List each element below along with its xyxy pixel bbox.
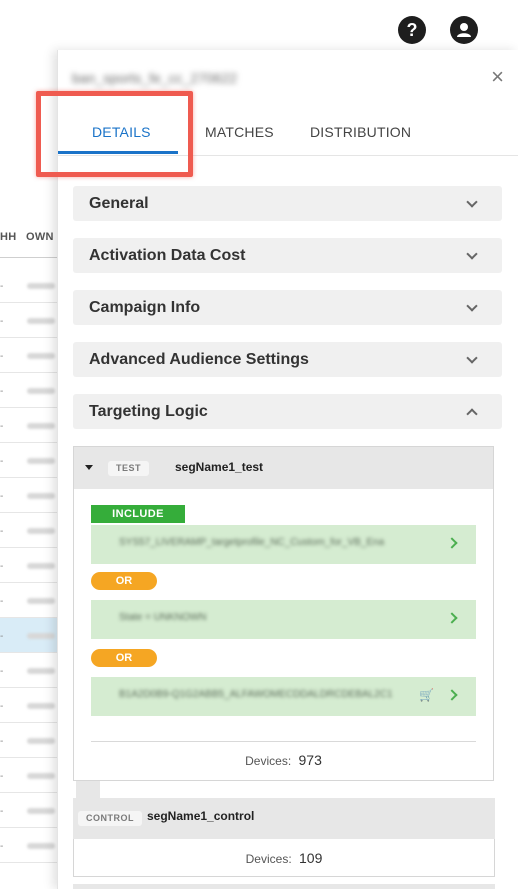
chevron-right-icon — [446, 689, 458, 701]
active-tab-indicator — [58, 151, 178, 154]
test-tag: TEST — [108, 461, 150, 476]
row-cell-redacted — [27, 528, 55, 534]
row-cell-redacted — [27, 353, 55, 359]
row-cell-redacted — [27, 283, 55, 289]
rule-text: SYS57_LIVERAMP_targetprofile_NC_Custom_f… — [119, 537, 385, 548]
row-cell-redacted — [27, 388, 55, 394]
tab-distribution[interactable]: DISTRIBUTION — [310, 124, 411, 140]
help-icon[interactable]: ? — [398, 16, 426, 44]
column-header-own[interactable]: OWN — [26, 231, 54, 243]
chevron-down-icon — [466, 196, 478, 208]
targeting-rule[interactable]: SYS57_LIVERAMP_targetprofile_NC_Custom_f… — [91, 525, 476, 564]
section-campaign-info[interactable]: Campaign Info — [73, 290, 502, 325]
section-label: Activation Data Cost — [89, 247, 246, 264]
row-cell: - — [0, 561, 4, 572]
row-cell: - — [0, 596, 4, 607]
section-label: General — [89, 195, 149, 212]
test-segment-card: TEST segName1_test INCLUDE SYS57_LIVERAM… — [73, 446, 494, 781]
row-cell: - — [0, 316, 4, 327]
devices-value: 973 — [298, 752, 322, 768]
section-targeting-logic[interactable]: Targeting Logic — [73, 394, 502, 429]
tab-matches[interactable]: MATCHES — [205, 124, 274, 140]
row-cell: - — [0, 736, 4, 747]
chevron-down-icon — [466, 300, 478, 312]
section-label: Advanced Audience Settings — [89, 351, 309, 368]
row-cell-redacted — [27, 458, 55, 464]
control-devices-box: Devices: 109 — [73, 839, 495, 877]
chevron-up-icon — [466, 408, 478, 420]
include-badge: INCLUDE — [91, 505, 185, 523]
chevron-down-icon — [466, 248, 478, 260]
devices-label: Devices: — [245, 852, 292, 866]
row-cell: - — [0, 526, 4, 537]
close-icon[interactable]: × — [491, 66, 504, 88]
row-cell-redacted — [27, 493, 55, 499]
column-header-hh[interactable]: HH — [0, 231, 17, 243]
row-cell: - — [0, 386, 4, 397]
or-badge: OR — [91, 572, 157, 590]
row-cell: - — [0, 666, 4, 677]
divider — [91, 741, 476, 742]
targeting-rule[interactable]: B1A2D0B9-Q1G2ABB5_ALFAWOMECDDALDRCDEBAL2… — [91, 677, 476, 716]
row-cell: - — [0, 456, 4, 467]
row-cell-redacted — [27, 598, 55, 604]
row-cell-redacted — [27, 703, 55, 709]
row-cell: - — [0, 491, 4, 502]
segment-connector — [76, 781, 100, 799]
panel-title: ban_sports_fe_cc_270622 — [72, 70, 238, 86]
targeting-rule[interactable]: State = UNKNOWN — [91, 600, 476, 639]
test-segment-header[interactable]: TEST segName1_test — [74, 447, 493, 489]
row-cell-redacted — [27, 318, 55, 324]
row-cell-redacted — [27, 738, 55, 744]
caret-down-icon[interactable] — [85, 465, 93, 470]
user-icon[interactable] — [450, 16, 478, 44]
test-segment-name: segName1_test — [175, 460, 264, 474]
tab-details[interactable]: DETAILS — [92, 124, 151, 140]
section-general[interactable]: General — [73, 186, 502, 221]
row-cell-redacted — [27, 668, 55, 674]
cart-icon: 🛒 — [419, 688, 434, 702]
row-cell: - — [0, 701, 4, 712]
section-activation-data-cost[interactable]: Activation Data Cost — [73, 238, 502, 273]
row-cell: - — [0, 351, 4, 362]
or-badge: OR — [91, 649, 157, 667]
devices-label: Devices: — [245, 754, 292, 768]
row-cell: - — [0, 631, 4, 642]
row-cell: - — [0, 841, 4, 852]
row-cell-redacted — [27, 633, 55, 639]
row-cell-redacted — [27, 808, 55, 814]
row-cell: - — [0, 421, 4, 432]
row-cell-redacted — [27, 563, 55, 569]
row-cell-redacted — [27, 773, 55, 779]
rule-text: B1A2D0B9-Q1G2ABB5_ALFAWOMECDDALDRCDEBAL2… — [119, 689, 393, 700]
next-segment-edge — [73, 884, 495, 889]
row-cell-redacted — [27, 423, 55, 429]
section-label: Targeting Logic — [89, 403, 208, 420]
control-tag: CONTROL — [78, 811, 142, 826]
control-devices: Devices: 109 — [74, 850, 494, 866]
chevron-down-icon — [466, 352, 478, 364]
rule-text: State = UNKNOWN — [119, 612, 207, 623]
section-label: Campaign Info — [89, 299, 201, 316]
devices-value: 109 — [299, 850, 323, 866]
row-cell-redacted — [27, 843, 55, 849]
section-advanced-audience-settings[interactable]: Advanced Audience Settings — [73, 342, 502, 377]
chevron-right-icon — [446, 537, 458, 549]
control-segment-name: segName1_control — [147, 809, 255, 823]
row-cell: - — [0, 281, 4, 292]
control-segment-header[interactable]: CONTROL segName1_control — [73, 798, 495, 839]
test-devices: Devices: 973 — [74, 752, 493, 768]
row-cell: - — [0, 771, 4, 782]
tab-bar: DETAILS MATCHES DISTRIBUTION — [58, 110, 518, 156]
chevron-right-icon — [446, 612, 458, 624]
row-cell: - — [0, 806, 4, 817]
